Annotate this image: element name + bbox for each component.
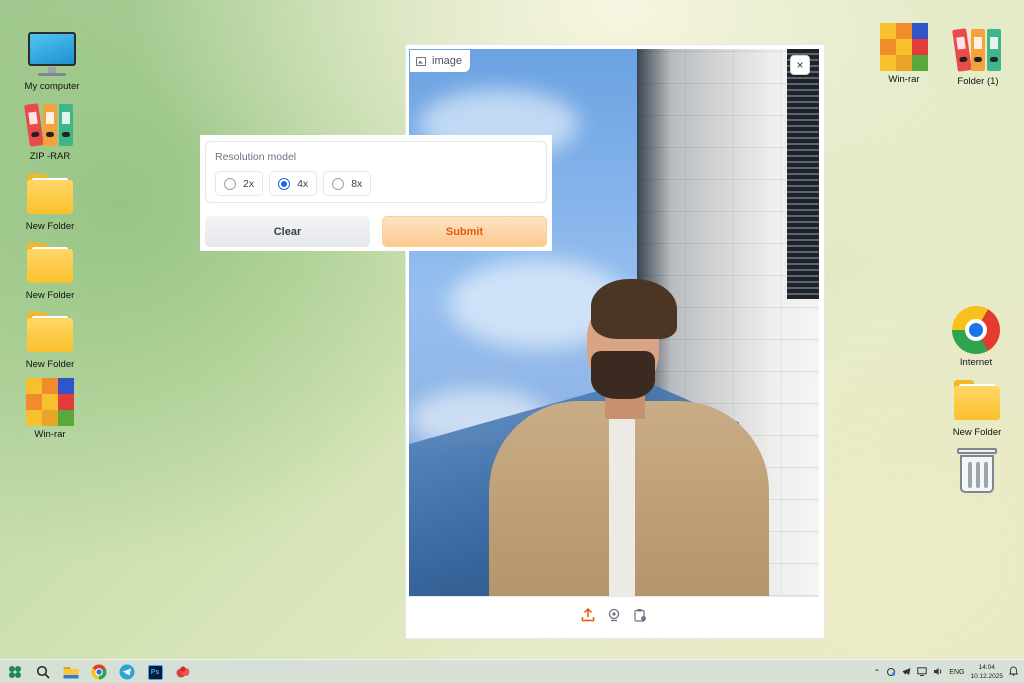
desktop-icon-new-folder[interactable]: New Folder — [15, 239, 85, 301]
desktop-icon-label: New Folder — [25, 290, 75, 301]
binders-icon — [952, 25, 1004, 73]
telegram-tray-icon[interactable] — [902, 667, 911, 678]
desktop-icon-internet[interactable]: Internet — [941, 306, 1011, 368]
chevron-up-icon[interactable]: ⌃ — [874, 668, 881, 677]
resolution-option-2x[interactable]: 2x — [215, 171, 264, 196]
desktop-icon-label: New Folder — [25, 359, 75, 370]
notification-bell-icon[interactable] — [1008, 666, 1019, 678]
image-label: image — [410, 50, 470, 72]
desktop-icon-label: Win-rar — [888, 74, 920, 85]
resolution-model-label: Resolution model — [215, 151, 297, 163]
submit-button[interactable]: Submit — [382, 216, 547, 247]
computer-icon — [26, 30, 78, 78]
desktop-icon-recycle-bin[interactable] — [942, 446, 1012, 494]
radio-button-selected[interactable] — [278, 177, 291, 190]
recycle-bin-icon — [951, 446, 1003, 494]
app-icon[interactable] — [172, 662, 194, 682]
desktop-icon-label: New Folder — [25, 221, 75, 232]
resolution-option-8x[interactable]: 8x — [323, 171, 372, 196]
desktop-icon-label: Internet — [959, 357, 993, 368]
desktop-icon-label: My computer — [24, 81, 80, 92]
telegram-icon[interactable] — [116, 662, 138, 682]
option-label: 4x — [297, 177, 309, 190]
image-icon — [416, 56, 426, 66]
image-panel: image × — [405, 44, 825, 639]
file-explorer-icon[interactable] — [60, 662, 82, 682]
system-tray: ⌃ ENG 14:04 10.12.2025 — [874, 660, 1019, 683]
desktop-icon-new-folder[interactable]: New Folder — [15, 308, 85, 370]
photoshop-icon[interactable]: Ps — [144, 662, 166, 682]
resolution-option-4x[interactable]: 4x — [269, 171, 318, 196]
uploaded-photo — [409, 49, 819, 596]
clipboard-icon[interactable] — [632, 607, 648, 623]
desktop-icon-new-folder[interactable]: New Folder — [15, 170, 85, 232]
radio-button[interactable] — [332, 177, 345, 190]
resolution-panel: Resolution model 2x 4x 8x Clear Submit — [200, 135, 552, 251]
winrar-icon — [24, 378, 76, 426]
desktop-icon-label: Win-rar — [34, 429, 66, 440]
image-label-text: image — [432, 55, 462, 67]
desktop-icon-folder-1[interactable]: Folder (1) — [943, 25, 1013, 87]
folder-icon — [951, 376, 1003, 424]
desktop-icon-label: Folder (1) — [957, 76, 999, 87]
desktop-icon-my-computer[interactable]: My computer — [17, 30, 87, 92]
clock-date: 10.12.2025 — [970, 673, 1003, 680]
resolution-model-group: Resolution model 2x 4x 8x — [205, 141, 547, 203]
close-button[interactable]: × — [790, 55, 810, 75]
chrome-icon — [950, 306, 1002, 354]
search-icon[interactable] — [32, 662, 54, 682]
binders-icon — [24, 100, 76, 148]
image-source-toolbar — [409, 596, 819, 633]
radio-button[interactable] — [224, 177, 236, 190]
winrar-icon — [878, 23, 930, 71]
folder-icon — [24, 308, 76, 356]
taskbar: Ps ⌃ ENG 14:04 10.12.2025 — [0, 659, 1024, 683]
folder-icon — [24, 170, 76, 218]
desktop-icon-win-rar[interactable]: Win-rar — [869, 23, 939, 85]
windows-start-icon[interactable] — [4, 662, 26, 682]
folder-icon — [24, 239, 76, 287]
display-icon[interactable] — [917, 666, 927, 678]
network-icon[interactable] — [886, 667, 896, 678]
clear-button[interactable]: Clear — [205, 216, 370, 247]
desktop-icon-label: ZIP -RAR — [29, 151, 71, 162]
desktop-icon-new-folder[interactable]: New Folder — [942, 376, 1012, 438]
photoshop-icon-text: Ps — [147, 664, 163, 680]
clock-time: 14:04 — [978, 664, 995, 671]
desktop-icon-label: New Folder — [952, 427, 1002, 438]
desktop-icon-win-rar[interactable]: Win-rar — [15, 378, 85, 440]
option-label: 2x — [243, 177, 255, 190]
language-indicator[interactable]: ENG — [949, 669, 964, 676]
volume-icon[interactable] — [933, 667, 943, 678]
clock[interactable]: 14:04 10.12.2025 — [970, 663, 1003, 681]
webcam-icon[interactable] — [606, 607, 622, 623]
desktop-icon-zip-rar[interactable]: ZIP -RAR — [15, 100, 85, 162]
chrome-icon[interactable] — [88, 662, 110, 682]
upload-icon[interactable] — [580, 607, 596, 623]
option-label: 8x — [351, 177, 363, 190]
